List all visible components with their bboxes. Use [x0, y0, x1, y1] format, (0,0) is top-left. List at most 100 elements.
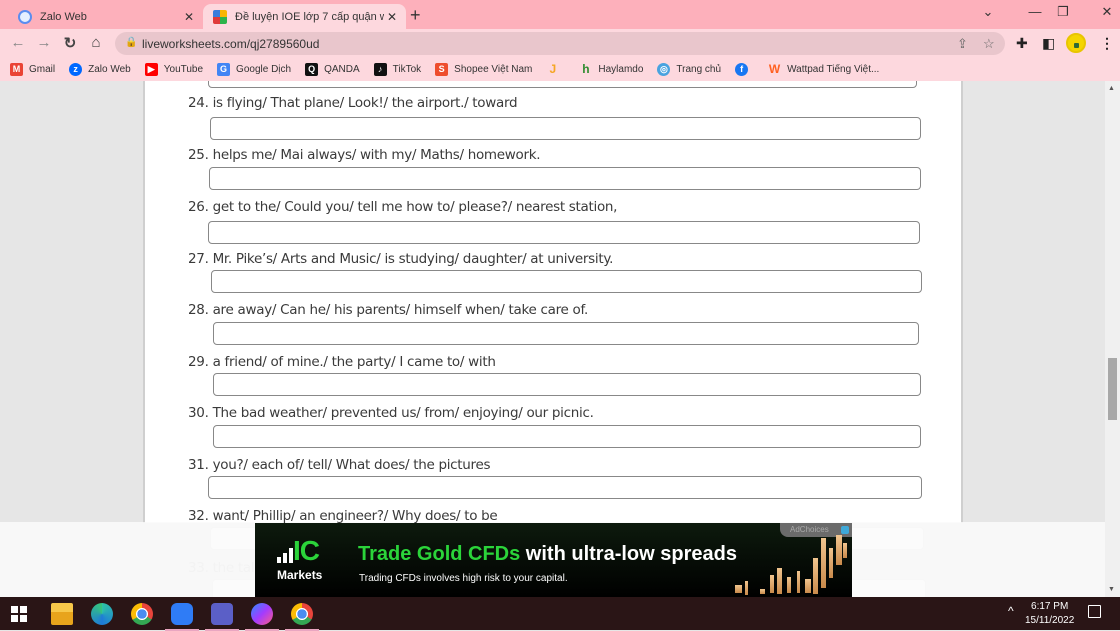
- lock-icon: 🔒: [125, 37, 138, 48]
- wattpad-icon: W: [768, 62, 781, 76]
- liveworksheets-icon: [213, 9, 227, 24]
- file-explorer-icon[interactable]: [51, 603, 73, 625]
- bookmark-label: Wattpad Tiếng Việt...: [787, 64, 880, 75]
- answer-input-31[interactable]: [208, 476, 922, 499]
- shopee-icon: S: [435, 63, 449, 76]
- close-window-button[interactable]: ✕: [1092, 4, 1120, 20]
- chrome-icon[interactable]: [131, 603, 153, 625]
- question-number: 27.: [188, 251, 209, 267]
- answer-input-30[interactable]: [213, 425, 921, 448]
- bookmark-label: Trang chủ: [676, 64, 722, 75]
- address-bar[interactable]: 🔒 liveworksheets.com/qj2789560ud ⇪ ☆: [115, 32, 1005, 55]
- home-globe-icon: ◎: [657, 63, 671, 76]
- bookmark-item[interactable]: ◎ Trang chủ: [657, 63, 721, 76]
- candle-mark: [843, 543, 847, 558]
- facebook-icon: f: [735, 63, 749, 76]
- bookmark-item[interactable]: J: [546, 63, 565, 76]
- answer-input-23[interactable]: [208, 81, 917, 88]
- bookmark-item[interactable]: h Haylamdo: [579, 63, 643, 76]
- google-translate-icon: G: [217, 63, 231, 76]
- clock-time: 6:17 PM: [1031, 601, 1069, 612]
- bookmark-item[interactable]: W Wattpad Tiếng Việt...: [768, 63, 879, 76]
- notifications-icon[interactable]: [1088, 605, 1101, 618]
- bookmark-label: TikTok: [392, 64, 422, 75]
- answer-input-28[interactable]: [213, 322, 919, 345]
- bookmark-label: Zalo Web: [88, 64, 131, 75]
- answer-input-27[interactable]: [211, 270, 922, 293]
- menu-kebab-icon[interactable]: ⋮: [1100, 35, 1114, 52]
- ad-headline[interactable]: Trade Gold CFDs with ultra-low spreads: [358, 543, 737, 566]
- ad-brand-logo: IC: [293, 535, 320, 566]
- windows-start-icon[interactable]: [11, 606, 27, 622]
- gmail-icon: M: [10, 63, 23, 76]
- question-number: 30.: [188, 405, 209, 421]
- question-text: you?/ each of/ tell/ What does/ the pict…: [212, 457, 491, 473]
- bookmark-item[interactable]: S Shopee Việt Nam: [435, 63, 532, 76]
- bookmark-item[interactable]: z Zalo Web: [69, 63, 131, 76]
- side-panel-icon[interactable]: ◧: [1042, 35, 1055, 52]
- zalo-taskbar-icon[interactable]: [165, 603, 199, 631]
- question-text: Mr. Pike’s/ Arts and Music/ is studying/…: [212, 251, 614, 267]
- new-tab-button[interactable]: +: [410, 5, 421, 26]
- candle-mark: [829, 548, 833, 578]
- bookmark-item[interactable]: ♪ TikTok: [373, 63, 422, 76]
- bookmarks-bar: M Gmail z Zalo Web ▶ YouTube G Google Dịch Q QAND…: [0, 58, 1120, 81]
- tray-chevron-icon[interactable]: ^: [1008, 604, 1014, 618]
- edge-icon[interactable]: [91, 603, 113, 625]
- scroll-up-icon[interactable]: ▲: [1108, 85, 1115, 92]
- bookmark-item[interactable]: G Google Dịch: [217, 63, 291, 76]
- url-text[interactable]: liveworksheets.com/qj2789560ud: [142, 37, 319, 51]
- bookmark-star-icon[interactable]: ☆: [983, 36, 995, 52]
- minimize-button[interactable]: —: [1020, 4, 1050, 19]
- close-tab-icon[interactable]: ✕: [384, 10, 400, 24]
- bookmark-item[interactable]: f: [735, 63, 754, 76]
- profile-avatar[interactable]: [1066, 33, 1086, 53]
- question-text: is flying/ That plane/ Look!/ the airpor…: [212, 95, 518, 111]
- candle-mark: [745, 581, 748, 595]
- share-icon[interactable]: ⇪: [957, 36, 968, 52]
- tab-liveworksheets[interactable]: Đề luyện IOE lớp 7 cấp quận wor ✕: [203, 4, 406, 29]
- question-29: 29. a friend/ of mine./ the party/ I came…: [188, 354, 496, 370]
- tab-zalo-web[interactable]: Zalo Web ✕: [8, 4, 203, 29]
- windows-taskbar: ^ 6:17 PM 15/11/2022: [0, 597, 1120, 631]
- answer-input-26[interactable]: [208, 221, 920, 244]
- bookmark-label: Gmail: [29, 64, 56, 75]
- teams-icon[interactable]: [205, 603, 239, 631]
- answer-input-24[interactable]: [210, 117, 921, 140]
- home-icon[interactable]: ⌂: [86, 34, 106, 51]
- j-icon: J: [549, 62, 557, 76]
- forward-icon[interactable]: →: [34, 34, 54, 51]
- clock-date: 15/11/2022: [1025, 615, 1075, 626]
- answer-input-25[interactable]: [209, 167, 921, 190]
- candle-mark: [760, 589, 765, 594]
- youtube-icon: ▶: [144, 63, 158, 76]
- question-25: 25. helps me/ Mai always/ with my/ Maths/…: [188, 147, 541, 163]
- question-24: 24. is flying/ That plane/ Look!/ the air…: [188, 95, 518, 111]
- tab-search-icon[interactable]: ⌄: [973, 4, 1003, 20]
- scrollbar-thumb[interactable]: [1108, 358, 1117, 420]
- ad-banner[interactable]: IC Markets Trade Gold CFDs with ultra-lo…: [255, 523, 852, 597]
- restore-button[interactable]: ❐: [1048, 4, 1078, 20]
- question-number: 32.: [188, 508, 209, 524]
- question-32: 32. want/ Phillip/ an engineer?/ Why does…: [188, 508, 498, 524]
- page-scrollbar[interactable]: ▲ ▼: [1105, 81, 1120, 597]
- bookmark-item[interactable]: M Gmail: [10, 63, 55, 76]
- tab-title: Đề luyện IOE lớp 7 cấp quận wor: [235, 10, 384, 23]
- messenger-icon[interactable]: [245, 603, 279, 631]
- bookmark-item[interactable]: Q QANDA: [305, 63, 360, 76]
- system-clock[interactable]: 6:17 PM 15/11/2022: [1025, 600, 1074, 628]
- bookmark-item[interactable]: ▶ YouTube: [144, 63, 203, 76]
- question-26: 26. get to the/ Could you/ tell me how to…: [188, 199, 617, 215]
- close-tab-icon[interactable]: ✕: [181, 10, 197, 24]
- answer-input-29[interactable]: [213, 373, 921, 396]
- bookmark-label: Shopee Việt Nam: [454, 64, 533, 75]
- question-text: a friend/ of mine./ the party/ I came to…: [212, 354, 496, 370]
- chrome-active-icon[interactable]: [285, 603, 319, 631]
- scroll-down-icon[interactable]: ▼: [1108, 586, 1115, 593]
- extensions-puzzle-icon[interactable]: ✚: [1016, 35, 1028, 52]
- bookmark-label: Google Dịch: [236, 64, 292, 75]
- back-icon[interactable]: ←: [8, 34, 28, 51]
- question-30: 30. The bad weather/ prevented us/ from/ …: [188, 405, 594, 421]
- question-28: 28. are away/ Can he/ his parents/ himsel…: [188, 302, 588, 318]
- reload-icon[interactable]: ↻: [60, 34, 80, 52]
